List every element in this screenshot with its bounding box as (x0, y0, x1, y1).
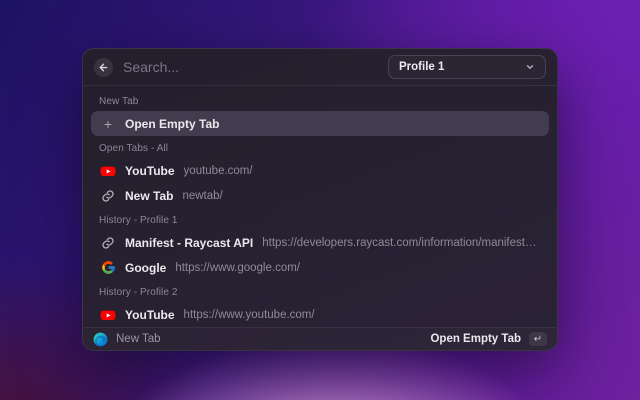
youtube-icon (100, 307, 116, 323)
back-button[interactable] (94, 57, 113, 77)
footer-app-label: New Tab (116, 333, 161, 345)
section-header: Open Tabs - All (99, 143, 169, 154)
item-title: New Tab (125, 188, 174, 203)
raycast-command-palette: Profile 1 New Tab + Open Empty Tab Open Tab… (82, 48, 558, 351)
footer-bar: New Tab Open Empty Tab ↵ (83, 328, 557, 350)
profile-dropdown-value: Profile 1 (399, 61, 445, 73)
plus-icon: + (103, 115, 113, 132)
item-title: Open Empty Tab (125, 116, 220, 131)
item-title: Google (125, 260, 167, 275)
youtube-icon (100, 163, 116, 179)
results-list: New Tab + Open Empty Tab Open Tabs - All You… (83, 86, 557, 327)
link-icon (100, 188, 116, 204)
google-icon (100, 260, 116, 276)
item-subtitle: newtab/ (182, 189, 223, 202)
edge-icon (93, 332, 108, 347)
item-subtitle: https://www.google.com/ (175, 261, 300, 274)
profile-dropdown[interactable]: Profile 1 (388, 55, 546, 79)
list-item[interactable]: YouTube youtube.com/ (91, 158, 549, 183)
list-item[interactable]: + Open Empty Tab (91, 111, 549, 136)
list-item[interactable]: YouTube https://www.youtube.com/ (91, 302, 549, 327)
section-header: History - Profile 1 (99, 215, 178, 226)
search-header: Profile 1 (83, 49, 557, 85)
chevron-down-icon (526, 65, 534, 69)
item-subtitle: youtube.com/ (183, 164, 253, 177)
item-subtitle: https://developers.raycast.com/informati… (262, 236, 540, 249)
section-header: New Tab (99, 96, 139, 107)
link-icon (100, 235, 116, 251)
item-title: YouTube (125, 163, 175, 178)
search-input[interactable] (123, 59, 378, 75)
arrow-left-icon (99, 63, 108, 71)
section-header: History - Profile 2 (99, 287, 178, 298)
list-item[interactable]: Google https://www.google.com/ (91, 255, 549, 280)
item-title: Manifest - Raycast API (125, 235, 254, 250)
primary-action-label[interactable]: Open Empty Tab (430, 333, 521, 345)
list-item[interactable]: New Tab newtab/ (91, 183, 549, 208)
list-item[interactable]: Manifest - Raycast API https://developers… (91, 230, 549, 255)
item-title: YouTube (125, 307, 175, 322)
enter-key-icon: ↵ (529, 332, 547, 346)
item-subtitle: https://www.youtube.com/ (183, 308, 315, 321)
